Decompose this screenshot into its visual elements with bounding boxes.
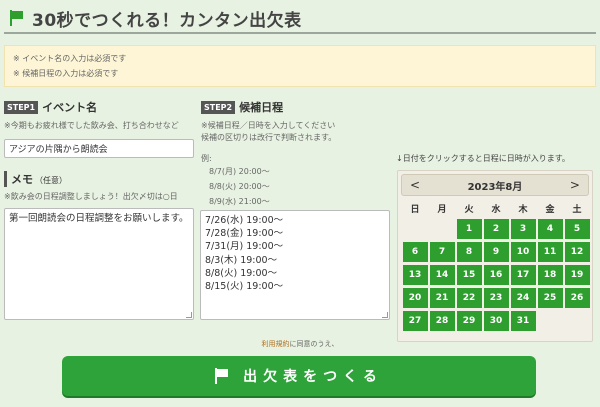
calendar-day[interactable]: 31	[510, 311, 536, 331]
flag-icon	[10, 10, 24, 26]
calendar-day[interactable]: 14	[429, 265, 455, 285]
memo-line: 第一回朗読会の日程調整をお願いします。	[9, 213, 189, 224]
step2-label: 候補日程	[239, 101, 284, 114]
candidates-textarea[interactable]: 7/26(水) 19:00～ 7/28(金) 19:00～ 7/31(月) 19…	[200, 210, 390, 320]
page-header: 30秒でつくれる！カンタン出欠表	[4, 4, 596, 34]
calendar-hint: ↓日付をクリックすると日程に日時が入ります。	[396, 154, 570, 163]
memo-label: メモ	[11, 173, 33, 186]
candidate-line: 8/15(火) 19:00～	[205, 281, 284, 293]
calendar-day[interactable]: 30	[483, 311, 509, 331]
weekday-header: 月	[437, 205, 447, 215]
prev-month-button[interactable]: <	[410, 178, 420, 192]
candidate-line: 7/26(水) 19:00～	[205, 215, 284, 226]
calendar-day[interactable]: 19	[564, 265, 590, 285]
calendar-day[interactable]: 17	[510, 265, 536, 285]
terms-text: に同意のうえ、	[289, 340, 339, 348]
calendar-header: < 2023年8月 >	[401, 174, 589, 196]
memo-hint: ※飲み会の日程調整しましょう！出欠〆切は○日	[4, 192, 178, 201]
calendar-day[interactable]: 12	[564, 242, 590, 262]
calendar-day[interactable]: 27	[402, 311, 428, 331]
calendar-day[interactable]: 2	[483, 219, 509, 239]
event-name-hint: ※今期もお疲れ様でした飲み会、打ち合わせなど	[4, 121, 179, 130]
candidate-line: 8/3(木) 19:00～	[205, 254, 278, 266]
weekday-header: 木	[518, 205, 528, 215]
calendar-day[interactable]: 13	[402, 265, 428, 285]
example-line: 8/9(水) 21:00～	[209, 197, 270, 206]
candidate-line: 8/8(火) 19:00～	[205, 267, 278, 279]
next-month-button[interactable]: >	[570, 178, 580, 192]
notice-candidates: ※ 候補日程の入力は必須です	[13, 69, 119, 78]
resize-handle[interactable]	[186, 312, 192, 318]
resize-handle[interactable]	[382, 312, 388, 318]
calendar-day[interactable]: 24	[510, 288, 536, 308]
weekday-header: 火	[464, 205, 474, 215]
candidate-line: 7/31(月) 19:00～	[205, 241, 284, 253]
candidate-line: 7/28(金) 19:00～	[205, 228, 284, 240]
memo-optional-label: （任意）	[35, 176, 67, 185]
calendar-day[interactable]: 3	[510, 219, 536, 239]
example-label: 例:	[201, 154, 212, 163]
example-line: 8/7(月) 20:00～	[209, 167, 270, 176]
calendar-day[interactable]: 15	[456, 265, 482, 285]
terms-link[interactable]: 利用規約	[262, 340, 290, 348]
calendar-day[interactable]: 10	[510, 242, 536, 262]
calendar-day[interactable]: 9	[483, 242, 509, 262]
step2-heading: STEP2 候補日程	[201, 99, 283, 115]
notice-event-name: ※ イベント名の入力は必須です	[13, 54, 127, 63]
calendar-day[interactable]: 21	[429, 288, 455, 308]
calendar-day[interactable]: 6	[402, 242, 428, 262]
memo-heading: メモ （任意）	[4, 171, 194, 187]
calendar-day[interactable]: 18	[537, 265, 563, 285]
calendar-day[interactable]: 8	[456, 242, 482, 262]
calendar-day[interactable]: 20	[402, 288, 428, 308]
calendar-day[interactable]: 5	[564, 219, 590, 239]
flag-icon	[215, 368, 229, 384]
example-line: 8/8(火) 20:00～	[209, 182, 270, 191]
event-name-input[interactable]: アジアの片隅から朗読会	[4, 139, 194, 158]
calendar-day[interactable]: 25	[537, 288, 563, 308]
create-table-button[interactable]: 出欠表をつくる	[62, 356, 536, 396]
calendar-day[interactable]: 11	[537, 242, 563, 262]
required-notice: ※ イベント名の入力は必須です ※ 候補日程の入力は必須です	[4, 45, 596, 87]
calendar-day[interactable]: 23	[483, 288, 509, 308]
step2-badge: STEP2	[201, 100, 236, 114]
memo-textarea[interactable]: 第一回朗読会の日程調整をお願いします。	[4, 208, 194, 320]
calendar-day[interactable]: 29	[456, 311, 482, 331]
step1-heading: STEP1 イベント名	[4, 99, 97, 115]
date-picker: < 2023年8月 > 日月火水木金土 1 2 3 4 5 6 7 8 9 10 11 12 13 14 15…	[397, 170, 593, 342]
terms-line: 利用規約に同意のうえ、	[0, 339, 600, 349]
page-title: 30秒でつくれる！カンタン出欠表	[32, 10, 302, 31]
calendar-day[interactable]: 1	[456, 219, 482, 239]
candidates-hint-separator: 候補の区切りは改行で判断されます。	[201, 133, 337, 142]
calendar-day[interactable]: 4	[537, 219, 563, 239]
weekday-header: 日	[410, 205, 420, 215]
weekday-header: 水	[491, 205, 501, 215]
calendar-month-label: 2023年8月	[467, 181, 523, 193]
create-table-label: 出欠表をつくる	[243, 369, 383, 385]
calendar-day[interactable]: 7	[429, 242, 455, 262]
candidates-hint: ※候補日程／日時を入力してください	[201, 121, 336, 130]
step1-badge: STEP1	[4, 100, 39, 114]
calendar-day[interactable]: 22	[456, 288, 482, 308]
step1-label: イベント名	[42, 101, 98, 114]
calendar-day[interactable]: 16	[483, 265, 509, 285]
weekday-header: 金	[545, 205, 555, 215]
weekday-header: 土	[572, 205, 582, 215]
calendar-day[interactable]: 26	[564, 288, 590, 308]
calendar-day[interactable]: 28	[429, 311, 455, 331]
